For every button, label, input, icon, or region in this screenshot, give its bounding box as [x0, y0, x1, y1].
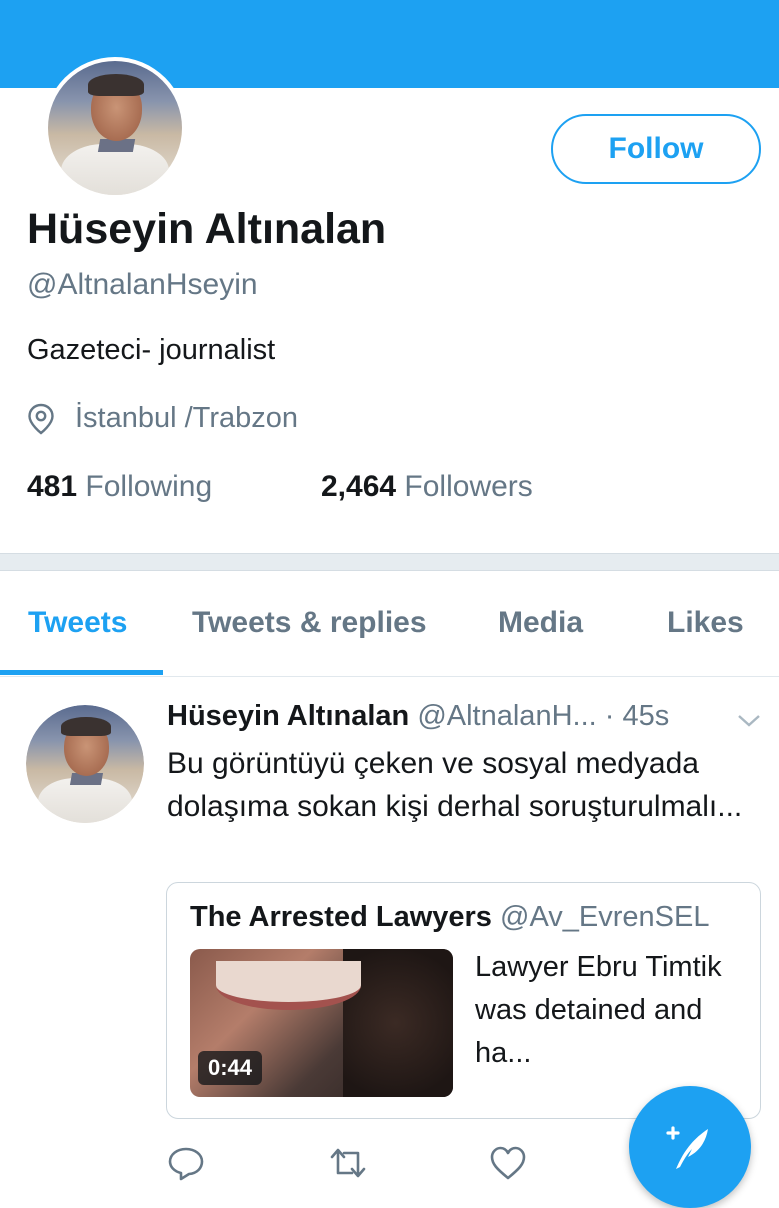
compose-feather-icon — [666, 1126, 708, 1169]
tab-media[interactable]: Media — [498, 606, 583, 640]
following-count: 481 — [27, 470, 78, 503]
tweet-avatar[interactable] — [26, 705, 144, 823]
quoted-author-handle: @Av_EvrenSEL — [500, 901, 710, 933]
profile-bio: Gazeteci- journalist — [27, 334, 276, 366]
section-divider — [0, 553, 779, 571]
profile-tabs: Tweets Tweets & replies Media Likes — [0, 570, 779, 677]
quoted-tweet-text: Lawyer Ebru Timtik was detained and ha..… — [475, 951, 722, 1069]
follow-button[interactable]: Follow — [551, 114, 761, 184]
tweet-actions — [166, 1143, 586, 1187]
quoted-video-thumbnail[interactable]: 0:44 — [190, 949, 453, 1097]
tab-tweets-replies[interactable]: Tweets & replies — [192, 606, 427, 640]
reply-icon[interactable] — [166, 1143, 206, 1183]
tab-likes[interactable]: Likes — [667, 606, 744, 640]
tweet-text: Bu görüntüyü çeken ve sosyal medyada dol… — [167, 747, 743, 823]
compose-tweet-button[interactable] — [629, 1086, 751, 1208]
followers-label: Followers — [404, 470, 533, 503]
location-text: İstanbul /Trabzon — [75, 402, 298, 434]
followers-count: 2,464 — [321, 470, 397, 503]
active-tab-indicator — [0, 670, 163, 675]
profile-avatar[interactable] — [44, 57, 186, 199]
like-icon[interactable] — [488, 1143, 528, 1183]
tweet-header: Hüseyin Altınalan @AltnalanH... · 45s — [167, 700, 767, 733]
location-pin-icon — [28, 403, 54, 435]
profile-display-name: Hüseyin Altınalan — [27, 205, 387, 253]
quoted-author-name: The Arrested Lawyers — [190, 901, 492, 933]
retweet-icon[interactable] — [326, 1143, 370, 1183]
quoted-tweet-header: The Arrested Lawyers @Av_EvrenSEL — [190, 901, 709, 934]
profile-handle: @AltnalanHseyin — [27, 268, 258, 301]
chevron-down-icon[interactable] — [736, 712, 762, 730]
avatar-photo — [48, 61, 182, 195]
profile-location: İstanbul /Trabzon — [27, 402, 298, 435]
tweet-author-name[interactable]: Hüseyin Altınalan — [167, 700, 409, 732]
tweet-author-handle[interactable]: @AltnalanH... — [417, 700, 596, 732]
tweet-timestamp: · 45s — [604, 700, 670, 732]
tab-tweets[interactable]: Tweets — [28, 606, 127, 640]
tweet-avatar-photo — [26, 705, 144, 823]
video-duration-badge: 0:44 — [198, 1051, 263, 1085]
following-stat[interactable]: 481 Following — [27, 470, 212, 504]
quoted-tweet-card[interactable]: The Arrested Lawyers @Av_EvrenSEL 0:44 L… — [166, 882, 761, 1119]
following-label: Following — [85, 470, 213, 503]
followers-stat[interactable]: 2,464 Followers — [321, 470, 533, 504]
